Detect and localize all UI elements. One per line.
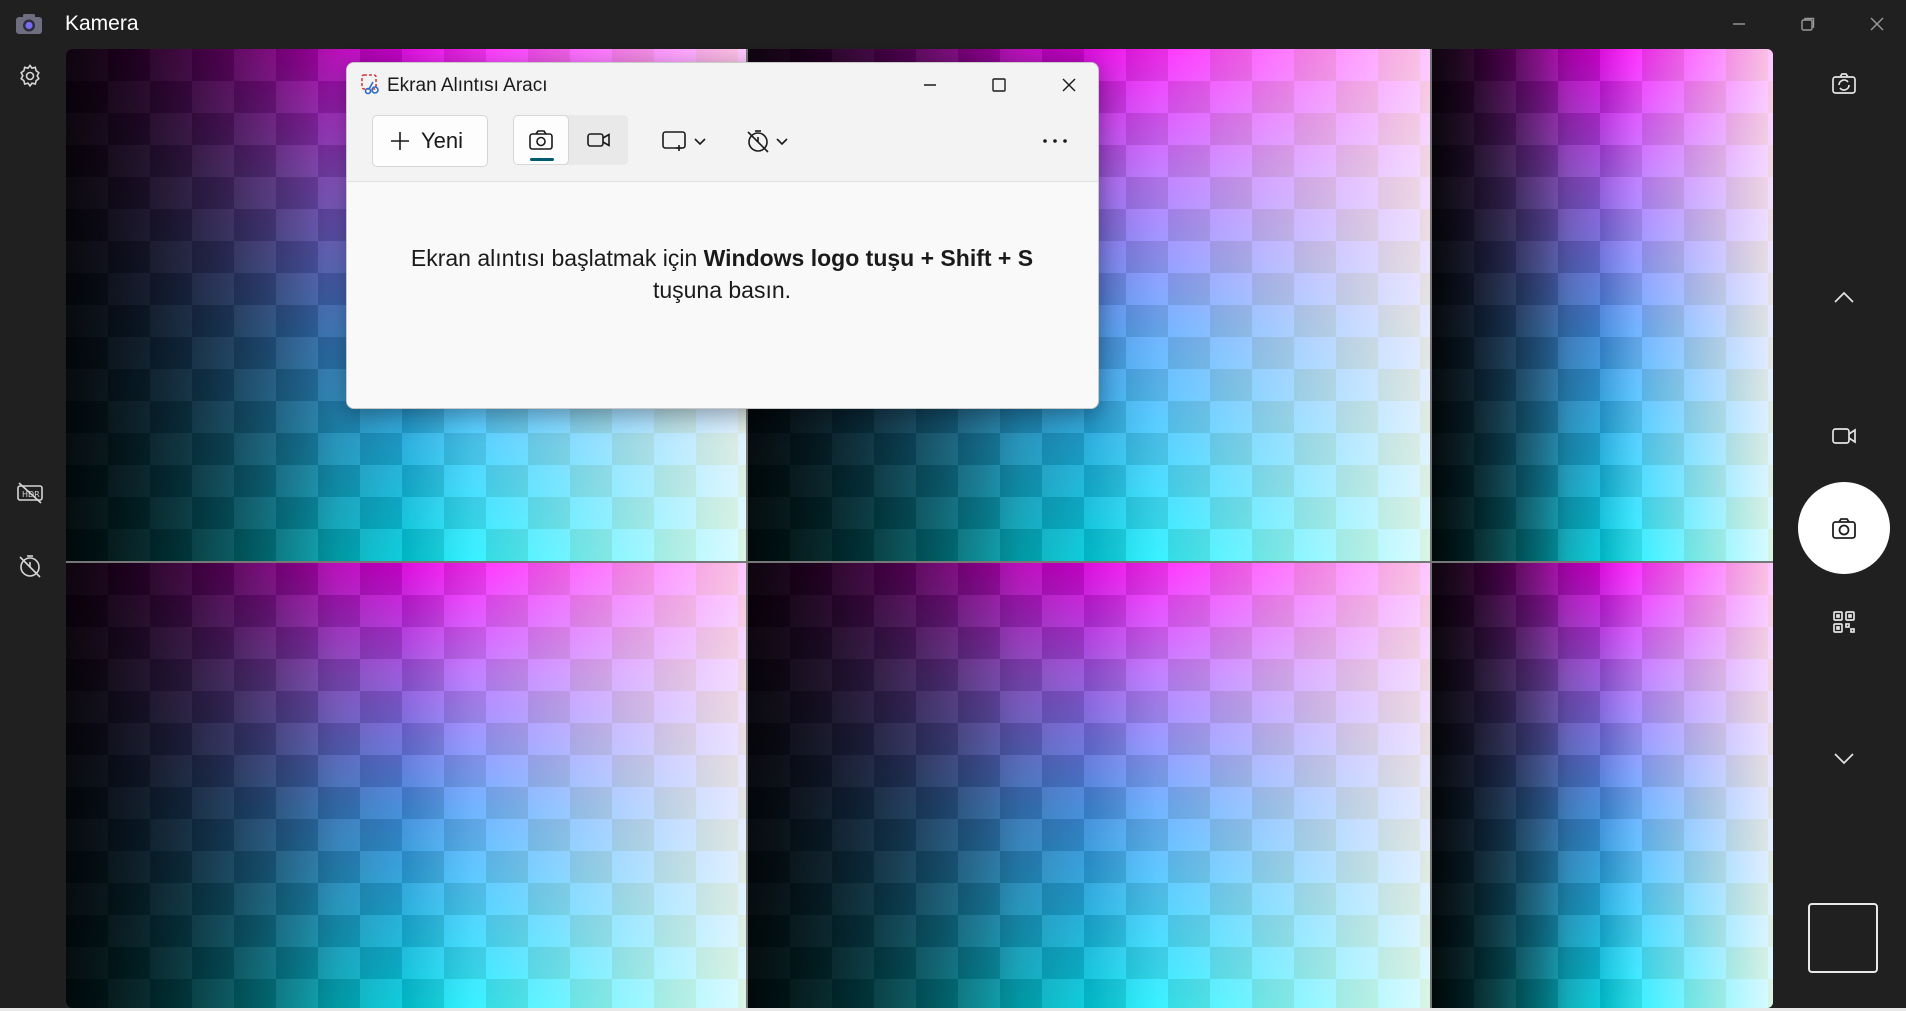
scroll-down-button[interactable] (1824, 738, 1864, 778)
snipping-tool-window: Ekran Alıntısı Aracı Yeni Ekran alıntısı… (346, 62, 1099, 409)
app-title: Kamera (65, 12, 139, 35)
timer-off-icon (747, 130, 769, 153)
chevron-down-icon (694, 138, 706, 146)
close-icon (1062, 78, 1076, 92)
qr-code-icon (1833, 611, 1855, 633)
title-bar: Kamera (0, 0, 1906, 48)
new-snip-button[interactable]: Yeni (372, 115, 488, 167)
hint-suffix: tuşuna basın. (652, 277, 792, 303)
snip-shape-dropdown[interactable] (661, 119, 707, 163)
minimize-icon (1733, 23, 1745, 25)
take-photo-button[interactable] (1798, 482, 1890, 574)
plus-icon (391, 132, 409, 150)
video-mode-icon (1832, 428, 1856, 444)
maximize-icon (992, 78, 1006, 92)
snipping-tool-title: Ekran Alıntısı Aracı (387, 75, 548, 96)
delay-dropdown[interactable] (745, 119, 789, 163)
settings-button[interactable] (14, 60, 46, 92)
snip-close-button[interactable] (1046, 67, 1092, 103)
new-snip-label: Yeni (421, 128, 464, 153)
snipping-tool-title-bar: Ekran Alıntısı Aracı (347, 63, 1098, 105)
hdr-toggle[interactable]: HDR (14, 477, 46, 509)
snipping-tool-toolbar: Yeni (347, 105, 1098, 182)
gear-icon (20, 64, 40, 88)
switch-camera-icon (1832, 73, 1856, 94)
snip-maximize-button[interactable] (976, 67, 1022, 103)
timer-off-icon (19, 555, 41, 578)
preview-tile (1432, 563, 1773, 1008)
timer-toggle[interactable] (14, 550, 46, 582)
photo-capture-icon (1832, 518, 1856, 539)
scissors-icon (360, 73, 382, 95)
video-mode-button[interactable] (1824, 416, 1864, 456)
minimize-button[interactable] (1716, 6, 1762, 42)
rectangle-snip-icon (662, 131, 686, 151)
scroll-up-button[interactable] (1824, 278, 1864, 318)
minimize-icon (924, 84, 936, 86)
chevron-down-icon (1834, 753, 1854, 765)
more-options-button[interactable] (1041, 119, 1069, 163)
active-indicator (530, 158, 554, 161)
qr-scan-button[interactable] (1824, 602, 1864, 642)
restore-button[interactable] (1785, 6, 1831, 42)
preview-tile (66, 563, 746, 1008)
snip-minimize-button[interactable] (907, 67, 953, 103)
capture-mode-group (513, 115, 628, 165)
hint-prefix: Ekran alıntısı başlatmak için (410, 245, 704, 271)
close-icon (1870, 17, 1884, 31)
close-button[interactable] (1854, 6, 1900, 42)
video-camera-icon (587, 133, 610, 147)
hint-shortcut: Windows logo tuşu + Shift + S (703, 245, 1034, 271)
switch-camera-button[interactable] (1824, 64, 1864, 104)
preview-tile (748, 563, 1430, 1008)
screenshot-mode-button[interactable] (513, 115, 569, 165)
record-mode-button[interactable] (571, 115, 627, 165)
camera-icon (529, 130, 553, 150)
restore-icon (1801, 17, 1815, 31)
ellipsis-icon (1043, 139, 1067, 143)
hdr-off-icon: HDR (17, 482, 43, 504)
preview-tile (1432, 49, 1773, 561)
snipping-tool-body: Ekran alıntısı başlatmak için Windows lo… (347, 182, 1098, 408)
shortcut-hint: Ekran alıntısı başlatmak için Windows lo… (387, 242, 1057, 306)
chevron-up-icon (1834, 291, 1854, 303)
chevron-down-icon (776, 138, 788, 146)
gallery-thumbnail[interactable] (1808, 903, 1878, 973)
camera-app-icon (15, 13, 43, 35)
